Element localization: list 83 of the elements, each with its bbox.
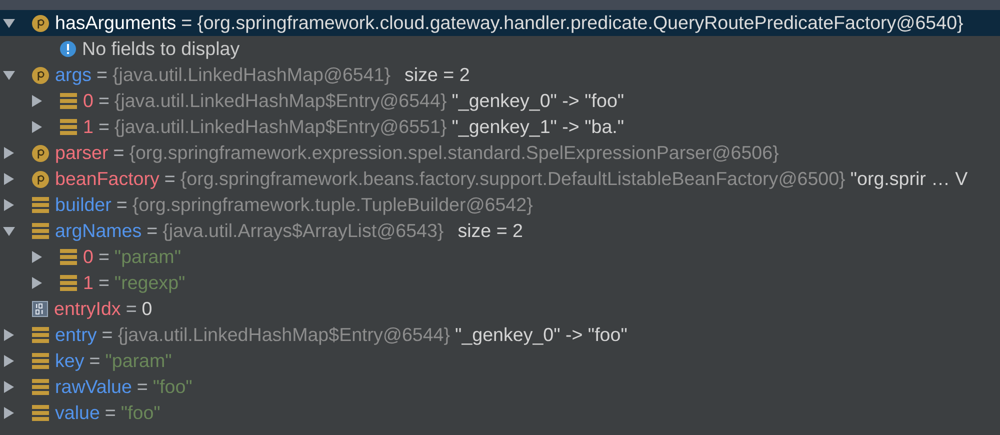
variable-name: 0 (83, 246, 94, 268)
equals-sign: = (98, 272, 110, 294)
equals-sign: = (98, 90, 110, 112)
variable-name: 1 (83, 116, 94, 138)
equals-sign: = (98, 246, 110, 268)
variable-name: parser (55, 142, 108, 164)
field-icon (32, 327, 49, 343)
value-text: 0 (142, 298, 152, 320)
expand-arrow-icon[interactable] (2, 355, 14, 367)
string-value: "param" (114, 246, 181, 268)
object-reference: {java.util.LinkedHashMap$Entry@6544} (118, 324, 450, 346)
object-reference: {java.util.LinkedHashMap$Entry@6544} (114, 90, 447, 112)
variable-name: key (55, 350, 84, 372)
variable-name: builder (55, 194, 112, 216)
collapse-arrow-icon[interactable] (2, 225, 14, 237)
object-reference: {org.springframework.beans.factory.support.DefaultListableBeanFactory@6500} (180, 168, 846, 190)
expand-arrow-icon[interactable] (30, 277, 42, 289)
field-icon (32, 353, 49, 369)
variable-name: 0 (83, 90, 94, 112)
expand-arrow-icon[interactable] (2, 173, 14, 185)
selected-row-highlight[interactable]: hasArguments = {org.springframework.cloud.gateway.handler.predicate.QueryRoutePredicateFactory@6540} (0, 10, 1000, 36)
expand-arrow-icon[interactable] (30, 121, 42, 133)
field-icon (60, 93, 77, 109)
object-reference: {java.util.Arrays$ArrayList@6543} (162, 220, 444, 242)
property-icon (32, 14, 49, 32)
field-icon (60, 275, 77, 291)
size-info: size = 2 (404, 64, 470, 86)
size-info: size = 2 (458, 220, 523, 242)
expand-arrow-icon[interactable] (30, 251, 42, 263)
variable-name: rawValue (55, 376, 132, 398)
variable-name: entryIdx (54, 298, 121, 320)
binary-icon (32, 301, 48, 317)
info-icon (60, 41, 76, 57)
variable-name: value (55, 402, 100, 424)
equals-sign: = (164, 168, 176, 190)
string-value: "param" (105, 350, 172, 372)
field-icon (32, 197, 49, 213)
variable-name: 1 (83, 272, 94, 294)
equals-sign: = (89, 350, 100, 372)
value-text: "_genkey_0" -> "foo" (452, 90, 624, 112)
string-value: "foo" (120, 402, 160, 424)
collapse-arrow-icon[interactable] (2, 69, 14, 81)
object-reference: {java.util.LinkedHashMap@6541} (112, 64, 391, 86)
variable-name: entry (55, 324, 97, 346)
variable-name: argNames (55, 220, 142, 242)
expand-arrow-icon[interactable] (2, 407, 14, 419)
equals-sign: = (104, 402, 116, 424)
property-icon (32, 144, 49, 162)
value-text: "org.sprir … V (850, 168, 968, 190)
equals-sign: = (181, 12, 192, 34)
equals-sign: = (102, 324, 113, 346)
expand-arrow-icon[interactable] (30, 95, 42, 107)
collapse-arrow-icon[interactable] (2, 17, 14, 29)
object-reference: {org.springframework.cloud.gateway.handler.predicate.QueryRoutePredicateFactory@6540} (197, 12, 964, 34)
value-text: "_genkey_1" -> "ba." (452, 116, 624, 138)
equals-sign: = (136, 376, 148, 398)
variable-name: args (55, 64, 92, 86)
equals-sign: = (96, 64, 108, 86)
object-reference: {java.util.LinkedHashMap$Entry@6551} (114, 116, 447, 138)
field-icon (32, 223, 49, 239)
object-reference: {org.springframework.expression.spel.standard.SpelExpressionParser@6506} (129, 142, 779, 164)
property-icon (32, 66, 49, 84)
field-icon (60, 119, 77, 135)
equals-sign: = (146, 220, 158, 242)
field-icon (32, 379, 49, 395)
string-value: "foo" (152, 376, 192, 398)
expand-arrow-icon[interactable] (2, 381, 14, 393)
expand-arrow-icon[interactable] (2, 147, 14, 159)
field-icon (32, 405, 49, 421)
value-text: "_genkey_0" -> "foo" (455, 324, 628, 346)
equals-sign: = (116, 194, 128, 216)
variable-name: hasArguments (55, 12, 176, 34)
property-icon (32, 170, 49, 188)
equals-sign: = (98, 116, 110, 138)
equals-sign: = (113, 142, 124, 164)
field-icon (60, 249, 77, 265)
expand-arrow-icon[interactable] (2, 329, 14, 341)
string-value: "regexp" (114, 272, 186, 294)
equals-sign: = (126, 298, 137, 320)
expand-arrow-icon[interactable] (2, 199, 14, 211)
empty-message: No fields to display (82, 38, 240, 60)
variable-name: beanFactory (55, 168, 160, 190)
object-reference: {org.springframework.tuple.TupleBuilder@6542} (132, 194, 533, 216)
